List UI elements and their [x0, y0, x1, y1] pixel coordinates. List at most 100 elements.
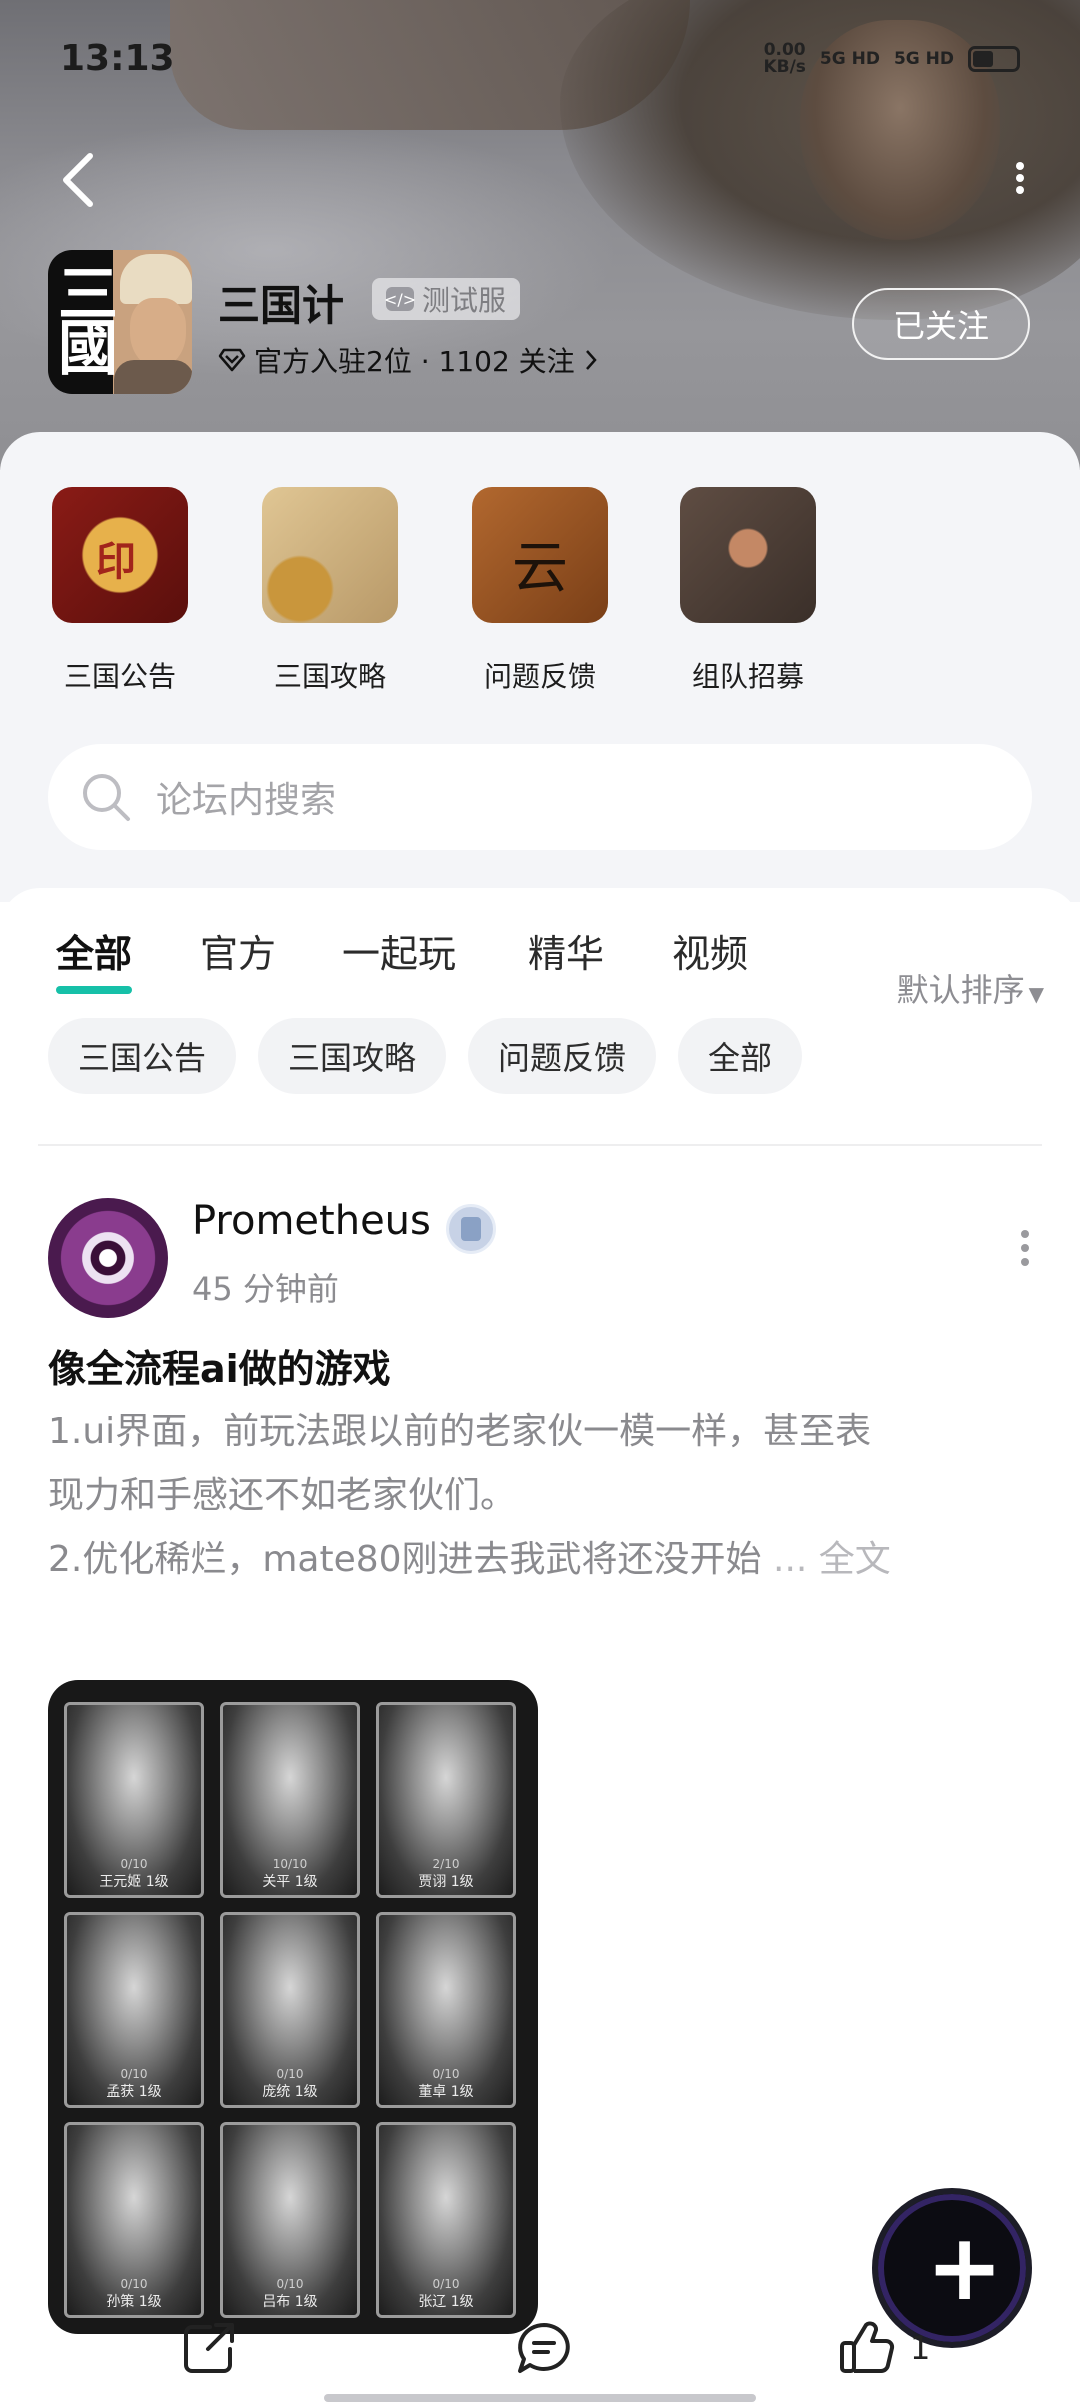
comment-button[interactable]	[514, 2318, 574, 2378]
feed-section: 全部 官方 一起玩 精华 视频 默认排序 ▼ 三国公告 三国攻略 问题反馈 全部 …	[0, 888, 1080, 2408]
hero-name-level: 孙策 1级	[67, 2291, 201, 2311]
search-icon	[83, 774, 130, 821]
logo-face	[130, 298, 186, 368]
hero-card: 0/10 吕布 1级	[220, 2122, 360, 2318]
chip-announcements[interactable]: 三国公告	[48, 1018, 237, 1094]
avatar[interactable]	[48, 1198, 168, 1318]
crossed-weapons-icon	[680, 487, 816, 623]
status-bar: 13:13 0.00 KB/s 5G HD 5G HD	[60, 38, 1020, 88]
caret-down-icon: ▼	[1028, 982, 1044, 1006]
hero-level: 1级	[138, 2084, 162, 2100]
hero-stars: 0/10	[120, 2277, 148, 2291]
home-indicator[interactable]	[324, 2394, 756, 2402]
thumbs-up-icon	[840, 2321, 895, 2374]
back-arrow-icon[interactable]	[58, 150, 98, 210]
hero-name-level: 庞统 1级	[223, 2081, 357, 2101]
search-bar[interactable]: 论坛内搜索	[48, 744, 1032, 850]
category-label: 三国公告	[63, 660, 176, 693]
hero-card: 2/10 贾诩 1级	[376, 1702, 516, 1898]
brush-plaque-icon	[472, 487, 608, 623]
hero-level: 1级	[450, 1874, 474, 1890]
hero-name: 张辽	[418, 2294, 447, 2310]
logo-robe	[114, 360, 192, 394]
beta-label: 测试服	[422, 284, 507, 317]
game-title: 三国计	[218, 281, 345, 330]
category-label: 三国攻略	[273, 660, 386, 693]
hero-name-level: 董卓 1级	[379, 2081, 513, 2101]
sim2-signal-icon: 5G HD	[893, 49, 954, 69]
filter-chips: 三国公告 三国攻略 问题反馈 全部	[48, 1018, 803, 1098]
hero-name-level: 王元姬 1级	[67, 1871, 201, 1891]
hero-level: 1级	[294, 2294, 318, 2310]
tab-featured[interactable]: 精华	[528, 923, 604, 978]
beta-badge: </> 测试服	[372, 278, 521, 320]
post-image[interactable]: 0/10 王元姬 1级 10/10 关平 1级 2/10 贾诩 1级 0/10 孟获 1…	[48, 1680, 538, 2334]
hero-name: 董卓	[418, 2084, 447, 2100]
post-author[interactable]: Prometheus	[192, 1198, 431, 1244]
hero-level: 1级	[294, 2084, 318, 2100]
edict-scroll-icon	[52, 487, 188, 623]
hero-level: 1级	[294, 1874, 318, 1890]
hero-level: 1级	[145, 1874, 169, 1890]
code-tag-icon: </>	[384, 287, 416, 311]
chip-feedback[interactable]: 问题反馈	[468, 1018, 657, 1094]
category-guides[interactable]: 三国攻略	[240, 487, 420, 695]
network-speed: 0.00 KB/s	[763, 42, 805, 76]
category-announcements[interactable]: 三国公告	[30, 487, 210, 695]
chip-all[interactable]: 全部	[678, 1018, 803, 1094]
share-icon	[184, 2323, 234, 2373]
category-panel: 三国公告 三国攻略 问题反馈 组队招募 论坛内搜索	[0, 432, 1080, 902]
meta-text: 官方入驻2位 · 1102 关注	[254, 345, 575, 378]
hero-card: 0/10 张辽 1级	[376, 2122, 516, 2318]
hero-name-level: 孟获 1级	[67, 2081, 201, 2101]
hero-name: 孟获	[106, 2084, 135, 2100]
tab-official[interactable]: 官方	[200, 923, 276, 978]
feed-tabs: 全部 官方 一起玩 精华 视频 默认排序 ▼	[0, 923, 1080, 1009]
hero-name: 关平	[262, 1874, 291, 1890]
share-button[interactable]	[180, 2318, 238, 2378]
follow-button[interactable]: 已关注	[852, 288, 1030, 360]
search-placeholder: 论坛内搜索	[156, 780, 337, 821]
category-label: 问题反馈	[483, 660, 596, 693]
hero-name: 王元姬	[99, 1874, 142, 1890]
net-speed-unit: KB/s	[763, 57, 806, 77]
hero-card: 0/10 王元姬 1级	[64, 1702, 204, 1898]
post-title: 像全流程ai做的游戏	[48, 1347, 391, 1391]
chip-guides[interactable]: 三国攻略	[258, 1018, 447, 1094]
hero-stars: 2/10	[432, 1857, 460, 1871]
hero-level: 1级	[450, 2294, 474, 2310]
hero-stars: 0/10	[432, 2067, 460, 2081]
logo-hat	[120, 254, 192, 304]
hero-name: 孙策	[106, 2294, 135, 2310]
ellipsis: ...	[761, 1539, 819, 1580]
forum-header-banner: 13:13 0.00 KB/s 5G HD 5G HD 三國 三国计 </> 测…	[0, 0, 1080, 470]
category-feedback[interactable]: 问题反馈	[450, 487, 630, 695]
category-shortcuts: 三国公告 三国攻略 问题反馈 组队招募	[0, 487, 1080, 707]
hero-name-level: 贾诩 1级	[379, 1871, 513, 1891]
category-label: 组队招募	[691, 660, 804, 693]
forum-meta-link[interactable]: 官方入驻2位 · 1102 关注	[218, 340, 599, 380]
like-button[interactable]: 1	[838, 2318, 930, 2378]
hero-name: 贾诩	[418, 1874, 447, 1890]
hero-level: 1级	[450, 2084, 474, 2100]
map-compass-icon	[262, 487, 398, 623]
post-line: 现力和手感还不如老家伙们。	[48, 1475, 517, 1516]
game-logo[interactable]: 三國	[48, 250, 192, 394]
post-line-last: 2.优化稀烂，mate80刚进去我武将还没开始 ... 全文	[48, 1528, 1028, 1592]
tab-all[interactable]: 全部	[56, 923, 133, 994]
diamond-icon	[218, 348, 246, 372]
sort-dropdown[interactable]: 默认排序 ▼	[897, 965, 1044, 1011]
more-options-icon[interactable]	[1008, 158, 1032, 198]
post-time: 45 分钟前	[192, 1270, 339, 1308]
tab-video[interactable]: 视频	[672, 923, 748, 978]
category-team-recruit[interactable]: 组队招募	[658, 487, 838, 695]
hero-card: 0/10 孙策 1级	[64, 2122, 204, 2318]
read-more-link[interactable]: 全文	[819, 1539, 891, 1580]
verified-badge-icon	[446, 1204, 496, 1254]
tab-play-together[interactable]: 一起玩	[342, 923, 456, 978]
hero-stars: 0/10	[276, 2067, 304, 2081]
hero-name: 庞统	[262, 2084, 291, 2100]
hero-card-grid: 0/10 王元姬 1级 10/10 关平 1级 2/10 贾诩 1级 0/10 孟获 1…	[64, 1702, 522, 2318]
divider	[38, 1144, 1042, 1146]
post-more-icon[interactable]	[1018, 1228, 1032, 1268]
